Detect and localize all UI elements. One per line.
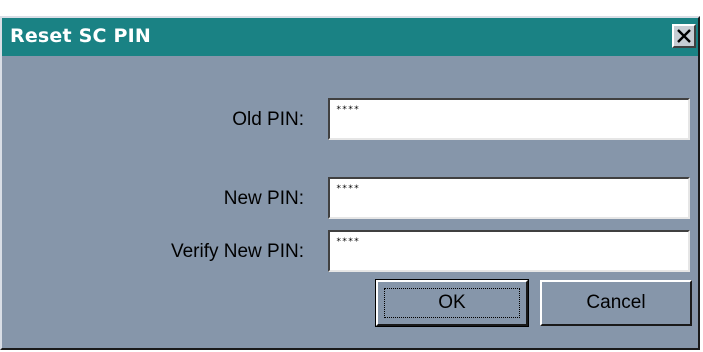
old-pin-input[interactable]: **** <box>328 98 690 140</box>
focus-rectangle <box>384 288 520 318</box>
old-pin-label: Old PIN: <box>232 109 304 130</box>
close-button[interactable] <box>672 24 696 48</box>
cancel-button-label: Cancel <box>586 292 646 313</box>
dialog-title: Reset SC PIN <box>10 25 151 47</box>
cancel-button[interactable]: Cancel <box>540 280 692 326</box>
close-icon <box>677 29 691 43</box>
new-pin-label: New PIN: <box>223 188 304 209</box>
verify-pin-label: Verify New PIN: <box>170 241 304 262</box>
ok-button[interactable]: OK <box>376 280 528 326</box>
verify-pin-input[interactable]: **** <box>328 230 690 272</box>
reset-pin-dialog: Reset SC PIN Old PIN: **** New PIN: ****… <box>0 16 700 350</box>
title-bar[interactable]: Reset SC PIN <box>2 18 698 56</box>
new-pin-input[interactable]: **** <box>328 177 690 219</box>
